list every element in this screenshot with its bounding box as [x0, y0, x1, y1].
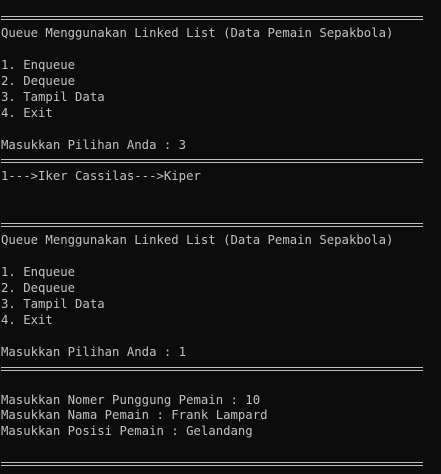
console-line: 4. Exit [1, 105, 53, 120]
separator-line [1, 456, 441, 472]
console-line: 1--->Iker Cassilas--->Kiper [1, 169, 201, 184]
console-line: 3. Tampil Data [1, 89, 105, 104]
console-line: Masukkan Pilihan Anda : 1 [1, 344, 187, 359]
console-line: Masukkan Pilihan Anda : 3 [1, 137, 187, 152]
console-line: 2. Dequeue [1, 280, 76, 295]
console-line: 3. Tampil Data [1, 296, 105, 311]
separator-line [1, 217, 441, 233]
console-line: Masukkan Nomer Punggung Pemain : 10 [1, 392, 261, 407]
console-line: Queue Menggunakan Linked List (Data Pema… [1, 233, 394, 248]
console-line: Masukkan Posisi Pemain : Gelandang [1, 424, 253, 439]
console-line: 4. Exit [1, 312, 53, 327]
separator-line [1, 10, 441, 26]
separator-line [1, 361, 441, 377]
console-line: Masukkan Nama Pemain : Frank Lampard [1, 408, 268, 423]
console-line: 2. Dequeue [1, 73, 76, 88]
separator-line [1, 153, 441, 169]
console-output: Queue Menggunakan Linked List (Data Pema… [1, 10, 441, 472]
console-line: 1. Enqueue [1, 265, 76, 279]
console-line: Queue Menggunakan Linked List (Data Pema… [1, 25, 394, 40]
console-line: 1. Enqueue [1, 57, 76, 72]
